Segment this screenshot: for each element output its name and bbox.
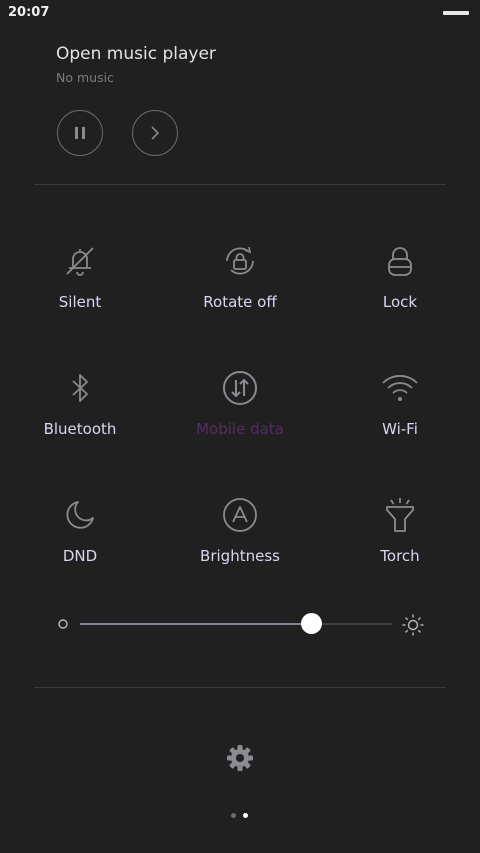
toggle-torch[interactable]: Torch — [330, 495, 470, 605]
toggle-wifi-label: Wi-Fi — [382, 420, 418, 438]
moon-icon — [66, 501, 94, 529]
toggle-rotate[interactable]: Rotate off — [170, 241, 310, 351]
brightness-low-icon — [58, 619, 68, 629]
music-subtitle: No music — [56, 70, 114, 85]
quick-settings-panel: 20:07 Open music player No music Silent — [0, 0, 480, 853]
toggle-lock[interactable]: Lock — [330, 241, 470, 351]
next-button[interactable] — [132, 110, 178, 156]
auto-brightness-icon — [223, 498, 257, 532]
bell-off-icon — [66, 247, 94, 276]
toggle-torch-label: Torch — [380, 547, 420, 565]
toggle-bluetooth-label: Bluetooth — [43, 420, 117, 438]
brightness-slider-fill — [80, 623, 311, 625]
brightness-slider-thumb[interactable] — [300, 613, 322, 634]
page-indicator-2 — [243, 813, 248, 818]
brightness-slider[interactable] — [80, 613, 392, 634]
page-indicator-1 — [231, 813, 236, 818]
toggle-brightness[interactable]: Brightness — [170, 495, 310, 605]
mobile-data-icon — [223, 371, 257, 405]
toggle-bluetooth[interactable]: Bluetooth — [10, 368, 150, 478]
pause-button[interactable] — [57, 110, 103, 156]
pause-icon — [75, 127, 85, 139]
toggle-dnd-label: DND — [62, 547, 98, 565]
status-time: 20:07 — [8, 5, 50, 20]
toggle-wifi[interactable]: Wi-Fi — [330, 368, 470, 478]
gear-icon[interactable] — [225, 743, 255, 773]
toggle-mobile-data-label: Mobile data — [196, 420, 284, 438]
divider-top — [34, 184, 446, 185]
lock-icon — [388, 247, 412, 276]
chevron-right-icon — [151, 126, 160, 140]
divider-bottom — [34, 687, 446, 688]
panel-handle[interactable] — [443, 11, 469, 15]
toggle-silent[interactable]: Silent — [10, 241, 150, 351]
toggle-mobile-data[interactable]: Mobile data — [170, 368, 310, 478]
toggle-silent-label: Silent — [58, 293, 102, 311]
toggle-dnd[interactable]: DND — [10, 495, 150, 605]
flashlight-icon — [386, 498, 414, 532]
rotate-lock-icon — [226, 246, 254, 275]
toggle-lock-label: Lock — [382, 293, 418, 311]
toggle-brightness-label: Brightness — [200, 547, 280, 565]
bluetooth-icon — [72, 374, 88, 402]
brightness-high-icon — [402, 614, 424, 636]
wifi-icon — [382, 375, 418, 401]
music-title[interactable]: Open music player — [56, 44, 216, 64]
toggle-rotate-label: Rotate off — [203, 293, 277, 311]
